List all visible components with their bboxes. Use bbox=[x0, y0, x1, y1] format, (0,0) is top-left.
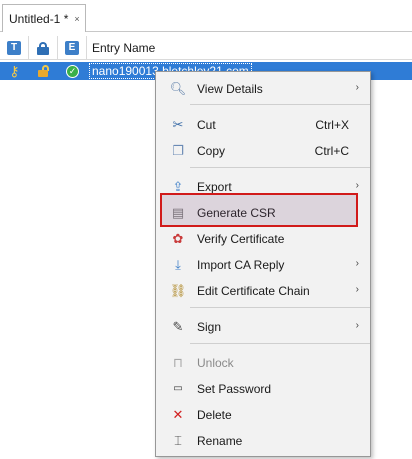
submenu-arrow-icon: › bbox=[355, 320, 359, 331]
submenu-arrow-icon: › bbox=[355, 180, 359, 191]
unlocked-icon bbox=[37, 65, 50, 77]
menu-item-import-ca-reply[interactable]: ⤓ Import CA Reply › bbox=[157, 253, 369, 277]
shortcut-copy: Ctrl+C bbox=[314, 144, 349, 158]
menu-item-unlock[interactable]: ⊓ Unlock bbox=[157, 351, 369, 375]
generate-csr-highlight-box bbox=[160, 193, 358, 227]
import-icon: ⤓ bbox=[175, 257, 181, 272]
tab-title: Untitled-1 * bbox=[9, 11, 69, 26]
key-pair-icon: ⚷ bbox=[9, 63, 20, 79]
menu-item-copy[interactable]: ❐ Copy Ctrl+C bbox=[157, 139, 369, 163]
delete-x-icon: ✕ bbox=[172, 407, 184, 422]
menu-item-cut[interactable]: ✂ Cut Ctrl+X bbox=[157, 113, 369, 137]
valid-check-icon: ✓ bbox=[66, 64, 79, 78]
menu-item-rename[interactable]: ⌶ Rename bbox=[157, 429, 369, 453]
submenu-arrow-icon: › bbox=[355, 258, 359, 269]
shortcut-cut: Ctrl+X bbox=[315, 118, 349, 132]
lock-icon bbox=[37, 41, 49, 55]
column-header-expiry[interactable]: E bbox=[58, 35, 87, 60]
tab-untitled-1[interactable]: Untitled-1 * × bbox=[2, 4, 86, 32]
menu-item-set-password[interactable]: ▭ Set Password bbox=[157, 377, 369, 401]
menu-item-edit-certificate-chain[interactable]: ⛓ Edit Certificate Chain › bbox=[157, 279, 369, 303]
tab-bar: Untitled-1 * × bbox=[0, 0, 412, 32]
column-header-entry-name[interactable]: Entry Name bbox=[87, 36, 412, 60]
unlock-icon: ⊓ bbox=[172, 355, 184, 370]
scissors-icon: ✂ bbox=[172, 117, 184, 132]
menu-item-sign[interactable]: ✎ Sign › bbox=[157, 315, 369, 339]
submenu-arrow-icon: › bbox=[355, 284, 359, 295]
menu-item-delete[interactable]: ✕ Delete bbox=[157, 403, 369, 427]
entry-name-header-label: Entry Name bbox=[92, 40, 156, 55]
chain-icon: ⛓ bbox=[169, 283, 187, 298]
submenu-arrow-icon: › bbox=[355, 82, 359, 93]
pen-icon: ✎ bbox=[172, 319, 184, 334]
password-icon: ▭ bbox=[173, 383, 183, 394]
magnifier-icon: 🔍︎ bbox=[169, 81, 187, 96]
menu-item-verify-certificate[interactable]: ✿ Verify Certificate bbox=[157, 227, 369, 251]
certificate-ribbon-icon: ✿ bbox=[172, 231, 184, 246]
column-header-type[interactable]: T bbox=[0, 35, 29, 60]
context-menu: 🔍︎ View Details › ✂ Cut Ctrl+X ❐ Copy Ct… bbox=[155, 71, 371, 457]
close-icon[interactable]: × bbox=[74, 14, 79, 24]
column-header-lock[interactable] bbox=[29, 35, 58, 60]
expiry-column-icon: E bbox=[65, 40, 79, 55]
menu-item-view-details[interactable]: 🔍︎ View Details › bbox=[157, 77, 369, 101]
type-column-icon: T bbox=[7, 40, 21, 55]
table-header: T E Entry Name bbox=[0, 35, 412, 60]
rename-icon: ⌶ bbox=[174, 433, 182, 448]
copy-icon: ❐ bbox=[172, 143, 184, 158]
